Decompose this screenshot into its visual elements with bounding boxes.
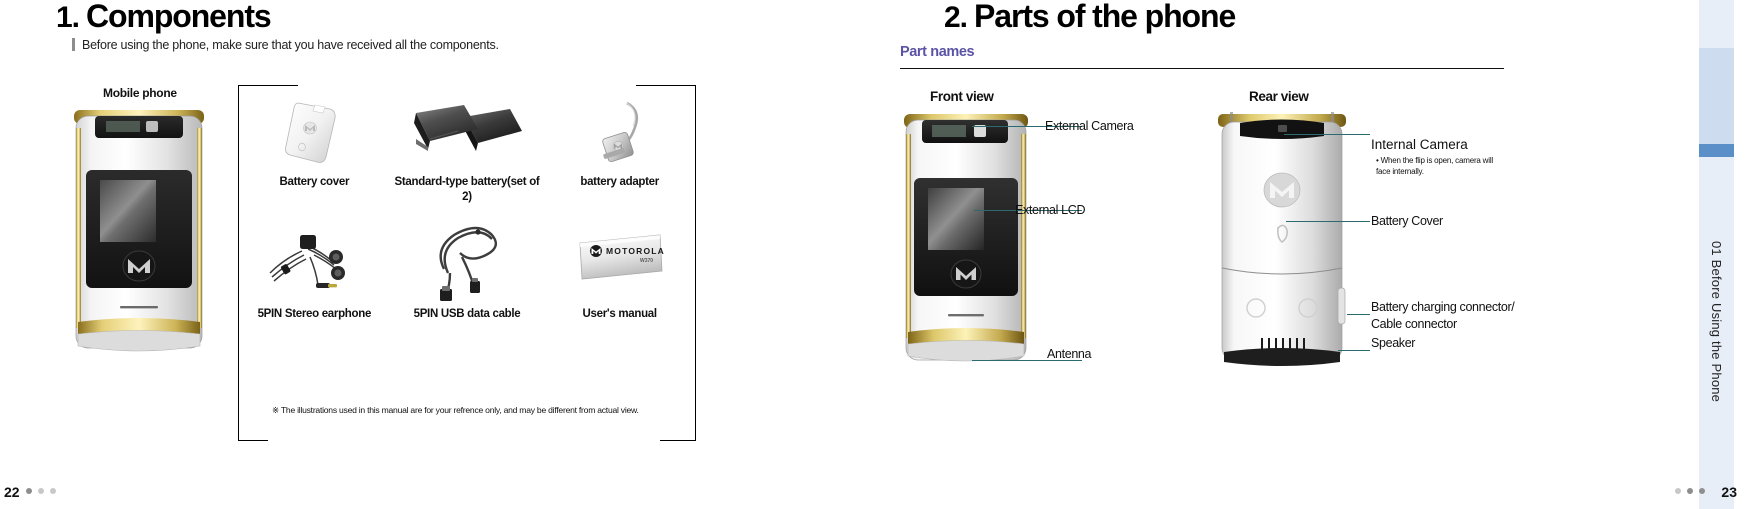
component-item: Standard-type battery(set of 2) (391, 95, 544, 215)
page-dots-right (1675, 488, 1705, 494)
component-item: Battery cover (238, 95, 391, 215)
battery-cover-icon (268, 95, 360, 169)
svg-text:MOTOROLA: MOTOROLA (606, 246, 665, 256)
component-item: 5PIN USB data cable (391, 215, 544, 345)
left-chapter-number: 1. (56, 1, 80, 34)
callout-external-lcd: External LCD (1015, 203, 1086, 217)
component-caption: Standard-type battery(set of 2) (394, 176, 540, 203)
frame-bottom-right (660, 439, 696, 441)
page-dot (1675, 488, 1681, 494)
callout-battery-cover: Battery Cover (1371, 214, 1443, 228)
component-item: MOTOROLA W370 User's manual (543, 215, 696, 345)
callout-antenna: Antenna (1047, 347, 1092, 361)
section-divider (900, 68, 1504, 70)
sidebar-accent-band (1699, 144, 1734, 157)
frame-top-left (238, 85, 298, 87)
svg-text:W370: W370 (640, 258, 653, 264)
left-page-subtitle: Before using the phone, make sure that y… (72, 38, 499, 52)
section-label-part-names: Part names (900, 44, 975, 60)
left-page-heading: 1. Components (56, 0, 272, 35)
users-manual-icon: MOTOROLA W370 (568, 215, 672, 301)
leader-line-battery-cover (1286, 221, 1370, 223)
sidebar-segment-top (1699, 0, 1734, 48)
page-number-right: 23 (1721, 484, 1737, 500)
chapter-sidebar-tab: 01 Before Using the Phone (1699, 0, 1745, 509)
callout-charging-connector: Battery charging connector/ Cable connec… (1371, 300, 1515, 331)
stereo-earphone-icon (258, 215, 370, 301)
front-view-label: Front view (930, 89, 994, 104)
page-dot (1687, 488, 1693, 494)
page-dot (38, 488, 44, 494)
page-dot (50, 488, 56, 494)
leader-line-internal-camera (1284, 134, 1370, 136)
leader-line-charging-connector (1347, 314, 1370, 316)
standard-battery-icon (406, 95, 528, 169)
component-item: 5PIN Stereo earphone (238, 215, 391, 345)
leader-line-speaker (1338, 350, 1370, 352)
page-dot (26, 488, 32, 494)
component-caption: 5PIN USB data cable (413, 308, 521, 320)
right-chapter-number: 2. (944, 1, 968, 34)
sidebar-chapter-label: 01 Before Using the Phone (1709, 241, 1724, 403)
right-page: 2. Parts of the phone Part names Front v… (872, 0, 1745, 509)
mobile-phone-illustration (68, 108, 210, 360)
component-item: battery adapter (543, 95, 696, 215)
component-caption: 5PIN Stereo earphone (257, 308, 372, 320)
page-title: Components (86, 0, 272, 34)
sidebar-segment-pale (1699, 48, 1734, 144)
frame-top-right (636, 85, 696, 87)
component-caption: battery adapter (580, 176, 659, 188)
page-dot (1699, 488, 1705, 494)
sidebar-chapter-text: 01 Before Using the Phone (1699, 157, 1734, 487)
left-page: 1. Components Before using the phone, ma… (0, 0, 872, 509)
component-caption: User's manual (582, 308, 658, 320)
component-caption: Battery cover (279, 176, 350, 188)
callout-internal-camera-label: Internal Camera (1371, 137, 1468, 152)
usb-data-cable-icon (416, 215, 518, 301)
subtitle-text: Before using the phone, make sure that y… (82, 38, 499, 52)
callout-internal-camera: Internal Camera • When the flip is open,… (1371, 119, 1493, 194)
frame-bottom-left (238, 439, 268, 441)
callout-speaker: Speaker (1371, 336, 1416, 350)
page-number-left: 22 (4, 484, 20, 500)
components-grid: Battery cover Standard-type battery(set … (238, 95, 696, 395)
page-dots-left (26, 488, 56, 494)
callout-external-camera: External Camera (1045, 119, 1134, 133)
front-view-illustration (898, 112, 1034, 372)
rear-view-illustration (1214, 112, 1350, 372)
callout-internal-camera-note: • When the flip is open, camera will fac… (1376, 156, 1493, 176)
right-page-title: Parts of the phone (974, 0, 1236, 34)
illustration-footnote: ※ The illustrations used in this manual … (272, 405, 639, 415)
manual-spread: 1. Components Before using the phone, ma… (0, 0, 1745, 509)
rear-view-label: Rear view (1249, 89, 1309, 104)
right-page-heading: 2. Parts of the phone (944, 0, 1236, 35)
mobile-phone-caption: Mobile phone (103, 86, 177, 100)
battery-adapter-icon (583, 95, 657, 169)
subtitle-bar-icon (72, 38, 75, 51)
